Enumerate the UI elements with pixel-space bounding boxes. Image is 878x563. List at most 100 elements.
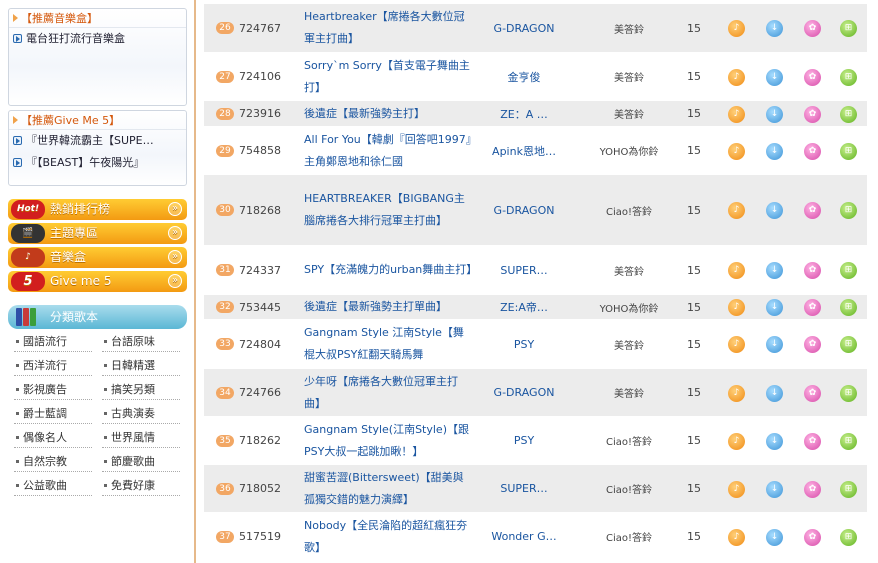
theme-zone-button[interactable]: 🎬 主題專區 » [8, 223, 187, 244]
category-link[interactable]: 國語流行 [14, 332, 92, 352]
song-title-link[interactable]: 少年呀【席捲各大數位冠軍主打曲】 [304, 369, 474, 416]
gift-icon[interactable]: ✿ [804, 142, 821, 160]
category-link[interactable]: 偶像名人 [14, 428, 92, 448]
play-icon[interactable]: ♪ [728, 432, 745, 450]
play-icon[interactable]: ♪ [728, 202, 745, 219]
play-icon[interactable]: ♪ [728, 336, 745, 353]
artist-link[interactable]: Apink恩地… [479, 127, 569, 174]
category-link[interactable]: 公益歌曲 [14, 476, 92, 496]
rank-badge: 35 [216, 434, 234, 447]
category-link[interactable]: 世界風情 [102, 428, 180, 448]
category-link[interactable]: 節慶歌曲 [102, 452, 180, 472]
gift-icon[interactable]: ✿ [804, 528, 821, 546]
artist-link[interactable]: ZE：A … [479, 101, 569, 126]
cart-icon[interactable]: ⊞ [840, 480, 857, 498]
play-icon[interactable]: ♪ [728, 262, 745, 279]
song-title-link[interactable]: Gangnam Style 江南Style【舞棍大叔PSY紅翻天騎馬舞 [304, 320, 474, 368]
give-me-5-link[interactable]: 『世界韓流霸主【SUPE… [9, 130, 186, 152]
song-title-link[interactable]: 後遺症【最新強勢主打】 [304, 101, 474, 126]
gift-icon[interactable]: ✿ [804, 480, 821, 498]
play-icon[interactable]: ♪ [728, 105, 745, 123]
cart-icon[interactable]: ⊞ [840, 68, 857, 86]
song-title-link[interactable]: Sorry`m Sorry【首支電子舞曲主打】 [304, 53, 474, 100]
give-me-5-link[interactable]: 『【BEAST】午夜陽光』 [9, 152, 186, 174]
cart-icon[interactable]: ⊞ [840, 336, 857, 353]
song-title-link[interactable]: SPY【充滿魄力的urban舞曲主打】 [304, 246, 477, 294]
category-link[interactable]: 台語原味 [102, 332, 180, 352]
download-icon[interactable]: ↓ [766, 262, 783, 279]
gift-icon[interactable]: ✿ [804, 105, 821, 123]
song-title-link[interactable]: Nobody【全民淪陷的超紅瘋狂夯歌】 [304, 513, 474, 560]
cart-icon[interactable]: ⊞ [840, 299, 857, 316]
arrow-icon [13, 34, 22, 43]
cart-icon[interactable]: ⊞ [840, 202, 857, 219]
play-icon[interactable]: ♪ [728, 528, 745, 546]
download-icon[interactable]: ↓ [766, 336, 783, 353]
give-me-5-button[interactable]: 5 Give me 5 » [8, 271, 187, 292]
song-title-link[interactable]: Gangnam Style(江南Style)【跟PSY大叔一起跳加瞅！】 [304, 417, 474, 464]
gift-icon[interactable]: ✿ [804, 432, 821, 450]
artist-link[interactable]: SUPER… [479, 246, 569, 294]
cart-icon[interactable]: ⊞ [840, 384, 857, 402]
play-icon[interactable]: ♪ [728, 299, 745, 316]
song-title-link[interactable]: All For You【韓劇『回答吧1997』主角鄭恩地和徐仁國 [304, 127, 474, 174]
download-icon[interactable]: ↓ [766, 142, 783, 160]
artist-link[interactable]: PSY [479, 320, 569, 368]
artist-link[interactable]: SUPER… [479, 465, 569, 512]
song-title-link[interactable]: 甜蜜苦澀(Bittersweet)【甜美與孤獨交錯的魅力演繹】 [304, 465, 474, 512]
category-link[interactable]: 搞笑另類 [102, 380, 180, 400]
download-icon[interactable]: ↓ [766, 528, 783, 546]
artist-link[interactable]: G-DRAGON [479, 175, 569, 245]
category-link[interactable]: 日韓精選 [102, 356, 180, 376]
song-row: 32 753445 後遺症【最新強勢主打單曲】 ZE:A帝… YOHO為你鈴 15 ♪ ↓ ✿ ⊞ [204, 295, 867, 319]
musicbox-link[interactable]: 電台狂打流行音樂盒 [9, 28, 186, 50]
category-link[interactable]: 西洋流行 [14, 356, 92, 376]
download-icon[interactable]: ↓ [766, 105, 783, 123]
category-link[interactable]: 免費好康 [102, 476, 180, 496]
gift-icon[interactable]: ✿ [804, 384, 821, 402]
cart-icon[interactable]: ⊞ [840, 432, 857, 450]
gift-icon[interactable]: ✿ [804, 336, 821, 353]
hot-chart-button[interactable]: Hot! 熱銷排行榜 » [8, 199, 187, 220]
song-title-link[interactable]: HEARTBREAKER【BIGBANG主腦席捲各大排行冠軍主打曲】 [304, 175, 474, 245]
song-row: 35 718262 Gangnam Style(江南Style)【跟PSY大叔一起跳… [204, 417, 867, 464]
play-icon[interactable]: ♪ [728, 142, 745, 160]
cart-icon[interactable]: ⊞ [840, 528, 857, 546]
song-title-link[interactable]: Heartbreaker【席捲各大數位冠軍主打曲】 [304, 4, 474, 52]
cart-icon[interactable]: ⊞ [840, 105, 857, 123]
song-title-link[interactable]: 後遺症【最新強勢主打單曲】 [304, 295, 474, 319]
cart-icon[interactable]: ⊞ [840, 20, 857, 37]
download-icon[interactable]: ↓ [766, 384, 783, 402]
download-icon[interactable]: ↓ [766, 202, 783, 219]
download-icon[interactable]: ↓ [766, 20, 783, 37]
gift-icon[interactable]: ✿ [804, 20, 821, 37]
price: 15 [687, 263, 701, 277]
download-icon[interactable]: ↓ [766, 299, 783, 316]
artist-link[interactable]: PSY [479, 417, 569, 464]
download-icon[interactable]: ↓ [766, 432, 783, 450]
download-icon[interactable]: ↓ [766, 68, 783, 86]
artist-link[interactable]: 金亨俊 [479, 53, 569, 100]
artist-link[interactable]: G-DRAGON [479, 369, 569, 416]
gift-icon[interactable]: ✿ [804, 299, 821, 316]
cart-icon[interactable]: ⊞ [840, 262, 857, 279]
gift-icon[interactable]: ✿ [804, 262, 821, 279]
download-icon[interactable]: ↓ [766, 480, 783, 498]
gift-icon[interactable]: ✿ [804, 68, 821, 86]
play-icon[interactable]: ♪ [728, 384, 745, 402]
artist-link[interactable]: ZE:A帝… [479, 295, 569, 319]
play-icon[interactable]: ♪ [728, 480, 745, 498]
song-row: 30 718268 HEARTBREAKER【BIGBANG主腦席捲各大排行冠軍主打… [204, 175, 867, 245]
gift-icon[interactable]: ✿ [804, 202, 821, 219]
category-link[interactable]: 影視廣告 [14, 380, 92, 400]
category-link[interactable]: 自然宗教 [14, 452, 92, 472]
music-box-button[interactable]: ♪ 音樂盒 » [8, 247, 187, 268]
artist-link[interactable]: Wonder G… [479, 513, 569, 560]
artist-link[interactable]: G-DRAGON [479, 4, 569, 52]
left-sidebar: 【推薦音樂盒】 電台狂打流行音樂盒 【推薦Give Me 5】 『世界韓流霸主【… [0, 0, 196, 563]
play-icon[interactable]: ♪ [728, 68, 745, 86]
cart-icon[interactable]: ⊞ [840, 142, 857, 160]
category-link[interactable]: 爵士藍調 [14, 404, 92, 424]
play-icon[interactable]: ♪ [728, 20, 745, 37]
category-link[interactable]: 古典演奏 [102, 404, 180, 424]
